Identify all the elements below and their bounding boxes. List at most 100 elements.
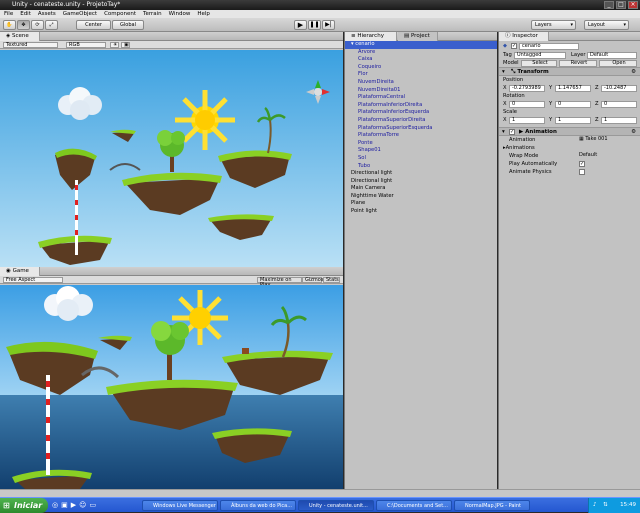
step-button[interactable]: ▶| <box>322 20 335 30</box>
gear-icon[interactable]: ⚙ <box>631 68 636 76</box>
layout-dropdown[interactable]: Layout ▾ <box>584 20 629 30</box>
menu-window[interactable]: Window <box>169 10 191 18</box>
tree-item[interactable]: Plane <box>345 200 497 208</box>
maximize-on-play-toggle[interactable]: Maximize on Play <box>257 277 302 288</box>
tree-item[interactable]: Directional light <box>345 170 497 178</box>
tree-item[interactable]: Tubo <box>345 163 497 171</box>
animation-clip-field[interactable]: ▦ Take 001 <box>577 136 635 144</box>
tree-item[interactable]: Arvore <box>345 49 497 57</box>
tree-item[interactable]: PlataformaSuperiorDireita <box>345 117 497 125</box>
network-icon[interactable]: ⇅ <box>603 498 608 513</box>
position-x-field[interactable]: -0.2793989 <box>509 84 545 92</box>
pivot-center-toggle[interactable]: Center <box>76 20 111 30</box>
taskbar-item[interactable]: Álbuns da web do Pica... <box>220 500 296 511</box>
model-revert-button[interactable]: Revert <box>559 59 597 67</box>
tab-project[interactable]: ▤ Project <box>398 32 438 41</box>
animate-physics-checkbox[interactable] <box>579 169 585 175</box>
layer-dropdown[interactable]: Default <box>587 51 637 59</box>
tree-item[interactable]: Point light <box>345 208 497 216</box>
menu-assets[interactable]: Assets <box>38 10 56 18</box>
volume-icon[interactable]: ♪ <box>593 498 597 513</box>
pause-button[interactable]: ❚❚ <box>308 20 321 30</box>
rotation-z-field[interactable]: 0 <box>601 100 637 108</box>
tree-item[interactable]: PlataformaInferiorEsquerda <box>345 109 497 117</box>
scene-fx-toggle[interactable]: ▣ <box>121 42 130 48</box>
folder-icon[interactable]: ▣ <box>61 501 68 509</box>
tree-item[interactable]: PlataformaSuperiorEsquerda <box>345 125 497 133</box>
menu-edit[interactable]: Edit <box>20 10 31 18</box>
tree-item-selected[interactable]: ▾ cenario <box>345 41 497 49</box>
tree-item[interactable]: PlataformaCentral <box>345 94 497 102</box>
menu-help[interactable]: Help <box>197 10 210 18</box>
tree-item[interactable]: PlataformaInferiorDireita <box>345 102 497 110</box>
object-name-field[interactable]: cenario <box>519 42 579 50</box>
tree-item[interactable]: Main Camera <box>345 185 497 193</box>
clock[interactable]: 15:49 <box>620 502 636 508</box>
tree-item[interactable]: NuvemDireita01 <box>345 87 497 95</box>
start-button[interactable]: ⊞ Iniciar <box>0 498 48 513</box>
animation-section-header[interactable]: ▾ ✓ ▶ Animation ⚙ <box>499 127 640 136</box>
layers-dropdown[interactable]: Layers ▾ <box>531 20 576 30</box>
position-y-field[interactable]: 1.147657 <box>555 84 591 92</box>
tree-item[interactable]: Coqueiro <box>345 64 497 72</box>
shading-mode-dropdown[interactable]: Textured <box>3 42 58 48</box>
position-z-field[interactable]: -10.2487 <box>601 84 637 92</box>
model-open-button[interactable]: Open <box>599 59 637 67</box>
scale-tool-button[interactable]: ⤢ <box>45 20 58 30</box>
pivot-global-toggle[interactable]: Global <box>112 20 144 30</box>
rotation-y-field[interactable]: 0 <box>555 100 591 108</box>
taskbar-item[interactable]: C:\Documents and Set... <box>376 500 452 511</box>
play-auto-checkbox[interactable]: ✓ <box>579 161 585 167</box>
messenger-icon[interactable]: ☺ <box>79 501 86 509</box>
game-viewport[interactable] <box>0 285 343 489</box>
rotate-tool-button[interactable]: ⟳ <box>31 20 44 30</box>
menu-file[interactable]: File <box>4 10 13 18</box>
tree-item[interactable]: Directional light <box>345 178 497 186</box>
tab-hierarchy[interactable]: ≡ Hierarchy <box>345 32 397 41</box>
stats-toggle[interactable]: Stats <box>323 277 340 283</box>
tree-item[interactable]: PlataformaTorre <box>345 132 497 140</box>
aspect-dropdown[interactable]: Free Aspect <box>3 277 63 283</box>
hand-tool-button[interactable]: ✋ <box>3 20 16 30</box>
tree-item[interactable]: Caixa <box>345 56 497 64</box>
tree-item[interactable]: NuvemDireita <box>345 79 497 87</box>
tree-item[interactable]: Sol <box>345 155 497 163</box>
menu-gameobject[interactable]: GameObject <box>63 10 97 18</box>
menu-terrain[interactable]: Terrain <box>143 10 162 18</box>
rotation-x-field[interactable]: 0 <box>509 100 545 108</box>
desktop-icon[interactable]: ▭ <box>89 501 96 509</box>
minimize-button[interactable]: _ <box>604 1 614 9</box>
maximize-button[interactable]: □ <box>616 1 626 9</box>
tree-item[interactable]: Shape01 <box>345 147 497 155</box>
tree-item[interactable]: Ponte <box>345 140 497 148</box>
browser-icon[interactable]: ◎ <box>52 501 58 509</box>
menu-component[interactable]: Component <box>104 10 136 18</box>
animations-row[interactable]: ▸Animations <box>499 144 640 152</box>
tag-dropdown[interactable]: Untagged <box>514 51 566 59</box>
tab-inspector[interactable]: ⓘ Inspector <box>499 32 549 41</box>
taskbar-item-active[interactable]: Unity - cenateste.unit... <box>298 500 374 511</box>
play-button[interactable]: ▶ <box>294 20 307 30</box>
tab-game[interactable]: ◉ Game <box>0 267 40 276</box>
scale-y-field[interactable]: 1 <box>555 116 591 124</box>
gear-icon[interactable]: ⚙ <box>631 128 636 136</box>
tree-item[interactable]: Flor <box>345 71 497 79</box>
model-select-button[interactable]: Select <box>521 59 557 67</box>
scale-x-field[interactable]: 1 <box>509 116 545 124</box>
close-button[interactable]: × <box>628 1 638 9</box>
tab-scene[interactable]: ◈ Scene <box>0 32 40 41</box>
media-icon[interactable]: ▶ <box>71 501 76 509</box>
scene-viewport[interactable] <box>0 50 343 267</box>
scale-z-field[interactable]: 1 <box>601 116 637 124</box>
gizmos-toggle[interactable]: Gizmos <box>302 277 323 283</box>
active-checkbox[interactable]: ✓ <box>511 43 517 49</box>
wrap-mode-dropdown[interactable]: Default <box>577 152 635 160</box>
move-tool-button[interactable]: ✥ <box>17 20 30 30</box>
transform-section-header[interactable]: ▾ ⤡ Transform ⚙ <box>499 67 640 76</box>
scene-lighting-toggle[interactable]: ☀ <box>110 42 119 48</box>
taskbar-item[interactable]: NormalMap.JPG - Paint <box>454 500 530 511</box>
render-mode-dropdown[interactable]: RGB <box>66 42 106 48</box>
animation-enabled-checkbox[interactable]: ✓ <box>509 129 515 135</box>
taskbar-item[interactable]: Windows Live Messenger <box>142 500 218 511</box>
tree-item[interactable]: Nighttime Water <box>345 193 497 201</box>
